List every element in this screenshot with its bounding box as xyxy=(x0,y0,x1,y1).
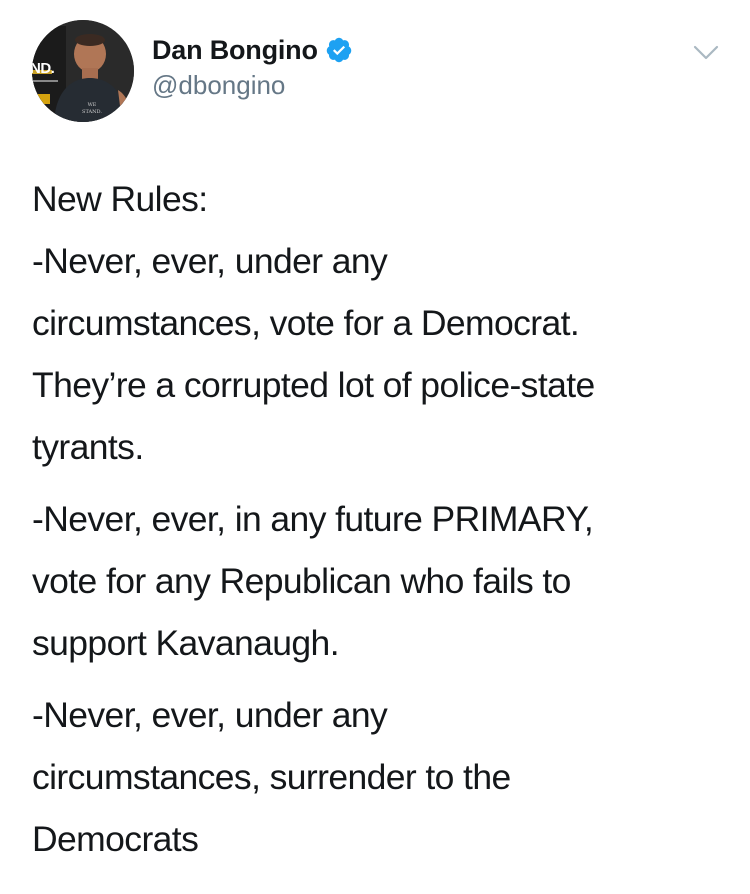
chevron-down-icon[interactable] xyxy=(693,44,719,62)
author-name-row: Dan Bongino xyxy=(152,32,353,68)
tweet-paragraph: New Rules: -Never, ever, under any circu… xyxy=(32,168,732,478)
svg-text:STAND.: STAND. xyxy=(82,109,102,115)
tweet-line: -Never, ever, under any xyxy=(32,241,388,281)
tweet-paragraph: -Never, ever, under any circumstances, s… xyxy=(32,684,732,870)
tweet-paragraph: -Never, ever, in any future PRIMARY, vot… xyxy=(32,488,732,674)
tweet-line: Democrats xyxy=(32,819,199,859)
author-handle[interactable]: @dbongino xyxy=(152,70,285,101)
avatar-logo-text: ND. xyxy=(32,60,55,77)
verified-badge-icon xyxy=(325,36,353,64)
display-name[interactable]: Dan Bongino xyxy=(152,35,318,66)
tweet-line: They’re a corrupted lot of police-state xyxy=(32,365,595,405)
tweet-line: vote for any Republican who fails to xyxy=(32,561,571,601)
tweet-line: -Never, ever, under any xyxy=(32,695,388,735)
tweet-line: circumstances, vote for a Democrat. xyxy=(32,303,580,343)
tweet-line: -Never, ever, in any future PRIMARY, xyxy=(32,499,594,539)
tweet-line: tyrants. xyxy=(32,427,144,467)
tweet-line: circumstances, surrender to the xyxy=(32,757,511,797)
tweet-text: New Rules: -Never, ever, under any circu… xyxy=(32,168,732,870)
tweet-line: New Rules: xyxy=(32,179,208,219)
tweet-header: WE STAND. ND. Dan Bongino @dbongino xyxy=(0,0,750,140)
tweet-line: support Kavanaugh. xyxy=(32,623,340,663)
svg-text:WE: WE xyxy=(88,102,97,108)
avatar[interactable]: WE STAND. ND. xyxy=(32,20,134,122)
